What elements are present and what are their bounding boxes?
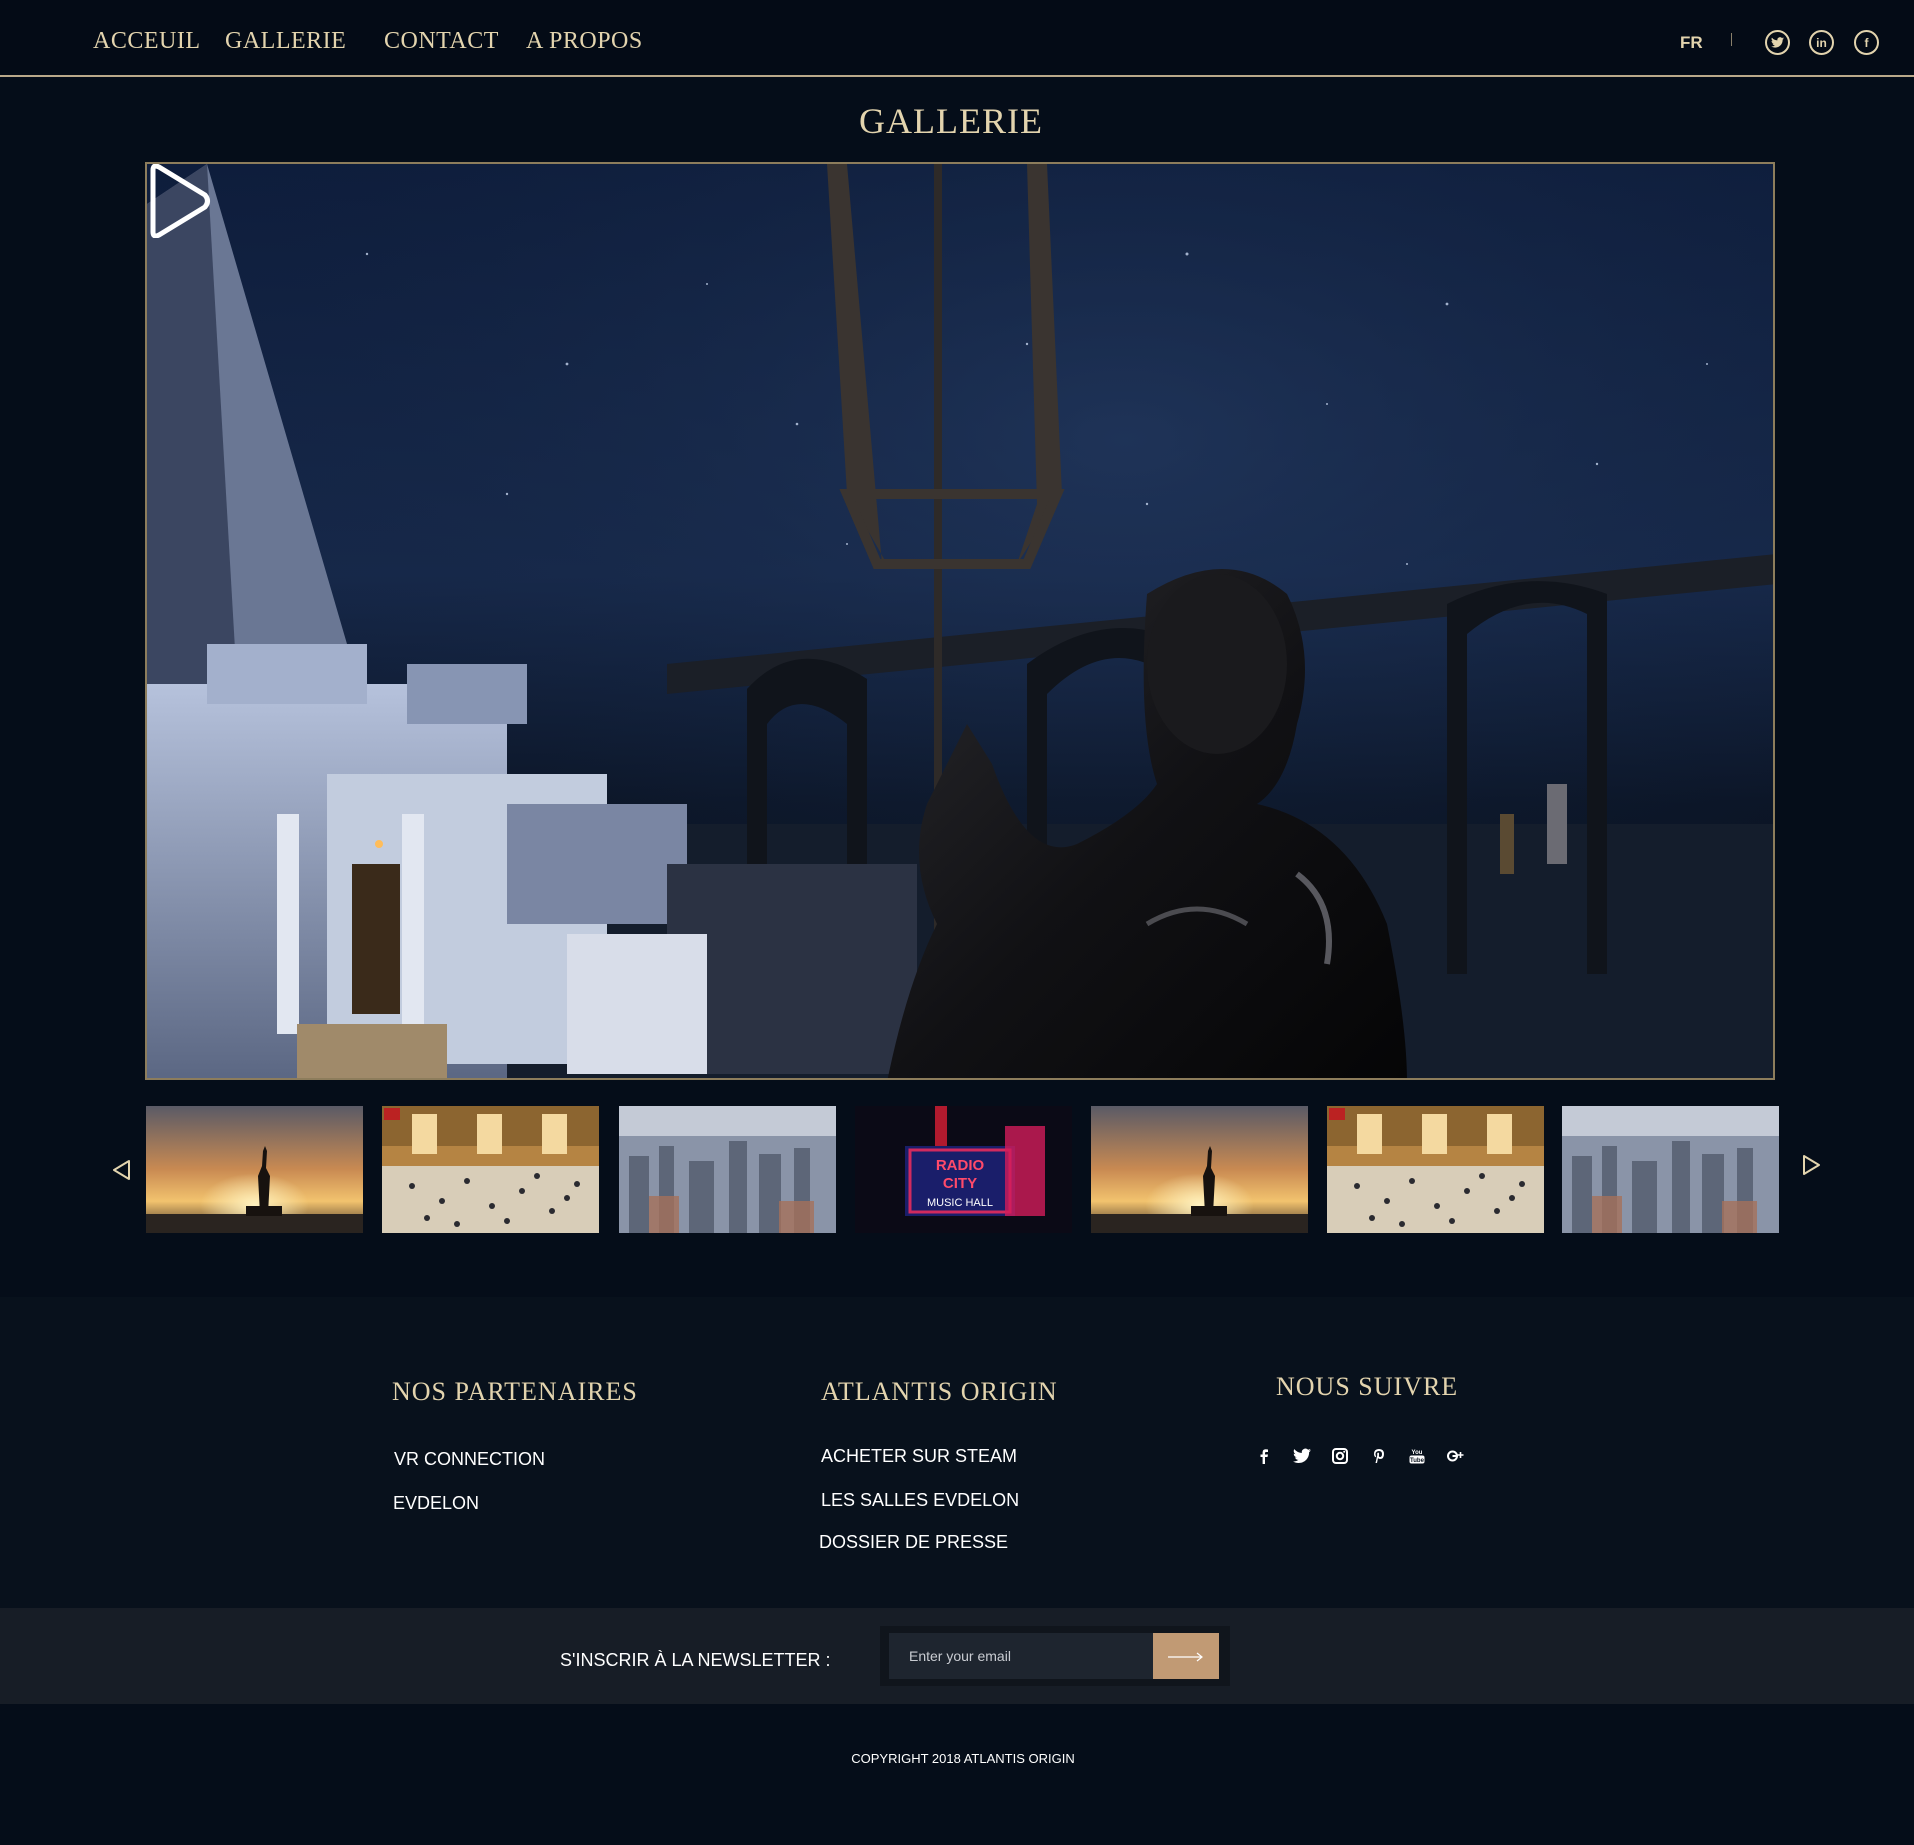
- nav-a-propos[interactable]: A PROPOS: [526, 28, 643, 55]
- triangle-right-icon[interactable]: [1799, 1153, 1823, 1177]
- radio-city-line-3: MUSIC HALL: [927, 1197, 993, 1209]
- play-icon[interactable]: [147, 164, 211, 238]
- follow-heading: NOUS SUIVRE: [1276, 1372, 1459, 1401]
- long-arrow-right-icon: [1168, 1652, 1203, 1661]
- instagram-icon[interactable]: [1331, 1447, 1349, 1465]
- link-salles-evdelon[interactable]: LES SALLES EVDELON: [821, 1490, 1019, 1511]
- radio-city-line-1: RADIO: [936, 1157, 985, 1174]
- copyright-text: COPYRIGHT 2018 ATLANTIS ORIGIN: [851, 1751, 1075, 1766]
- facebook-icon[interactable]: [1255, 1447, 1273, 1465]
- thumbnail-new-york-aerial[interactable]: [1562, 1106, 1779, 1233]
- top-nav: ACCEUIL GALLERIE CONTACT A PROPOS FR in …: [0, 0, 1914, 77]
- triangle-left-icon[interactable]: [110, 1158, 134, 1182]
- nav-gallerie[interactable]: GALLERIE: [225, 28, 346, 55]
- youtube-icon[interactable]: You Tube: [1408, 1447, 1426, 1465]
- linkedin-icon[interactable]: in: [1809, 30, 1834, 55]
- language-selector[interactable]: FR: [1680, 33, 1703, 53]
- thumbnail-statue-of-liberty[interactable]: [1091, 1106, 1308, 1233]
- nav-contact[interactable]: CONTACT: [384, 28, 499, 55]
- nav-accueil[interactable]: ACCEUIL: [93, 28, 201, 55]
- svg-text:Tube: Tube: [1410, 1458, 1425, 1464]
- facebook-icon[interactable]: f: [1854, 30, 1879, 55]
- link-dossier-de-presse[interactable]: DOSSIER DE PRESSE: [819, 1532, 1008, 1553]
- video-poster: [147, 164, 1773, 1078]
- thumbnail-statue-of-liberty[interactable]: [146, 1106, 363, 1233]
- link-vr-connection[interactable]: VR CONNECTION: [394, 1449, 545, 1470]
- thumbnail-grand-central[interactable]: [382, 1106, 599, 1233]
- radio-city-line-2: CITY: [943, 1175, 977, 1192]
- thumbnail-new-york-aerial[interactable]: [619, 1106, 836, 1233]
- video-player[interactable]: [145, 162, 1775, 1080]
- thumbnail-radio-city[interactable]: RADIO CITY MUSIC HALL: [855, 1106, 1072, 1233]
- newsletter-label: S'INSCRIR À LA NEWSLETTER :: [560, 1650, 831, 1670]
- newsletter-email-input[interactable]: [889, 1633, 1153, 1679]
- svg-text:You: You: [1412, 1450, 1423, 1456]
- thumbnail-grand-central[interactable]: [1327, 1106, 1544, 1233]
- nav-separator: [1731, 33, 1732, 46]
- atlantis-heading: ATLANTIS ORIGIN: [821, 1377, 1058, 1406]
- newsletter-submit-button[interactable]: [1153, 1633, 1219, 1679]
- link-acheter-sur-steam[interactable]: ACHETER SUR STEAM: [821, 1446, 1017, 1467]
- twitter-icon[interactable]: [1765, 30, 1790, 55]
- pinterest-icon[interactable]: [1370, 1447, 1388, 1465]
- page-title: GALLERIE: [859, 101, 1043, 141]
- partners-heading: NOS PARTENAIRES: [392, 1377, 638, 1406]
- google-plus-icon[interactable]: [1446, 1447, 1464, 1465]
- twitter-icon[interactable]: [1293, 1447, 1311, 1465]
- link-evdelon[interactable]: EVDELON: [393, 1493, 479, 1514]
